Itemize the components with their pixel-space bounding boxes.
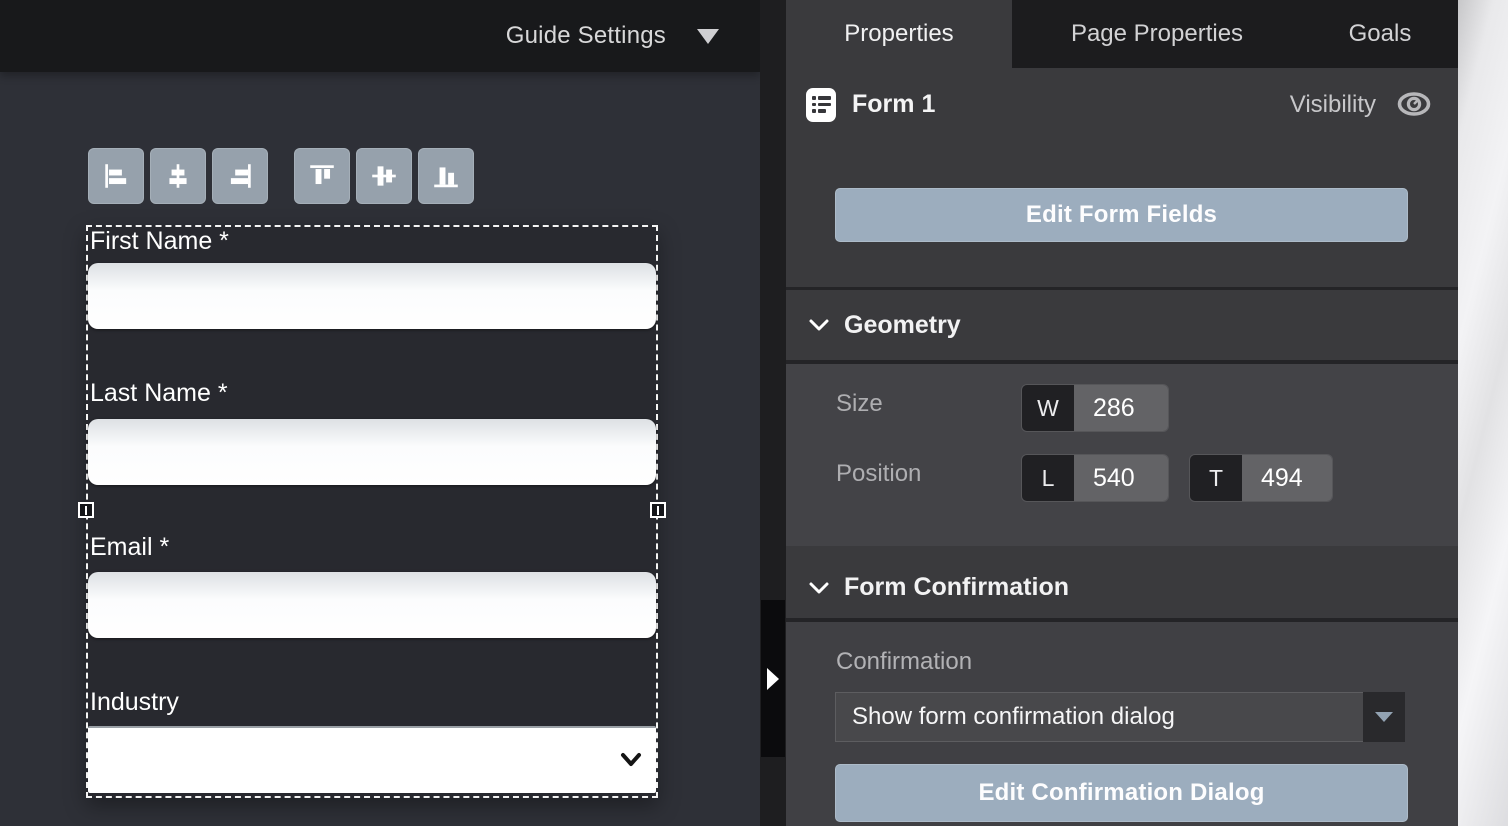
top-prefix: T <box>1190 455 1242 501</box>
eye-icon[interactable] <box>1396 90 1432 123</box>
edit-form-fields-button[interactable]: Edit Form Fields <box>835 188 1408 242</box>
page-background-strip <box>1458 0 1508 826</box>
visibility-label: Visibility <box>1290 91 1376 119</box>
form-icon <box>806 88 836 122</box>
form-field-label: Email * <box>90 533 169 562</box>
triangle-down-icon[interactable] <box>697 29 719 44</box>
left-prefix: L <box>1022 455 1074 501</box>
align-center-horizontal-button[interactable] <box>150 148 206 204</box>
alignment-toolbar <box>88 148 480 204</box>
align-bottom-icon <box>431 161 461 191</box>
toolbar-group-gap <box>274 148 294 204</box>
geometry-section-body: Size W 286 Position L 540 T 494 <box>786 364 1458 546</box>
form-field-label: Last Name * <box>90 379 228 408</box>
size-label: Size <box>836 390 883 418</box>
guide-designer-app: Guide Settings <box>0 0 1508 826</box>
chevron-down-icon <box>620 752 642 768</box>
dropdown-arrow-button[interactable] <box>1363 692 1405 742</box>
align-middle-vertical-button[interactable] <box>356 148 412 204</box>
section-title: Geometry <box>844 311 961 340</box>
left-input[interactable]: 540 <box>1074 455 1168 501</box>
section-title: Form Confirmation <box>844 573 1069 602</box>
geometry-section-header[interactable]: Geometry <box>786 290 1458 360</box>
form-confirmation-section-header[interactable]: Form Confirmation <box>786 557 1458 618</box>
properties-panel: Properties Page Properties Goals Form 1 … <box>786 0 1458 826</box>
width-prefix: W <box>1022 385 1074 431</box>
align-left-icon <box>101 161 131 191</box>
triangle-down-icon <box>1375 712 1393 722</box>
left-input-group: L 540 <box>1022 455 1168 501</box>
align-left-button[interactable] <box>88 148 144 204</box>
form-field-label: Industry <box>90 688 179 717</box>
width-input-group: W 286 <box>1022 385 1168 431</box>
confirmation-dropdown-value: Show form confirmation dialog <box>835 692 1363 742</box>
align-right-icon <box>225 161 255 191</box>
top-input[interactable]: 494 <box>1242 455 1332 501</box>
email-input[interactable] <box>88 572 656 638</box>
panel-tabbar: Properties Page Properties Goals <box>786 0 1458 68</box>
position-label: Position <box>836 460 921 488</box>
edit-confirmation-dialog-button[interactable]: Edit Confirmation Dialog <box>835 764 1408 822</box>
align-middle-vertical-icon <box>369 161 399 191</box>
guide-canvas: Guide Settings <box>0 0 760 826</box>
first-name-input[interactable] <box>88 263 656 329</box>
align-center-horizontal-icon <box>163 161 193 191</box>
align-bottom-button[interactable] <box>418 148 474 204</box>
resize-handle-left[interactable] <box>78 502 94 518</box>
guide-settings-bar: Guide Settings <box>0 0 760 72</box>
confirmation-label: Confirmation <box>836 648 972 676</box>
top-input-group: T 494 <box>1190 455 1332 501</box>
element-name: Form 1 <box>852 90 935 119</box>
form-field-label: First Name * <box>90 227 229 256</box>
selected-form-element[interactable]: First Name * Last Name * Email * Industr… <box>86 225 658 798</box>
selected-element-row: Form 1 Visibility <box>786 84 1458 128</box>
industry-select[interactable] <box>88 726 656 793</box>
align-right-button[interactable] <box>212 148 268 204</box>
last-name-input[interactable] <box>88 419 656 485</box>
chevron-down-icon <box>808 318 830 332</box>
align-top-button[interactable] <box>294 148 350 204</box>
width-input[interactable]: 286 <box>1074 385 1168 431</box>
chevron-right-icon <box>767 668 779 690</box>
panel-gutter <box>760 0 786 826</box>
panel-collapse-button[interactable] <box>761 600 785 757</box>
tab-page-properties[interactable]: Page Properties <box>1012 0 1302 68</box>
tab-properties[interactable]: Properties <box>786 0 1012 68</box>
chevron-down-icon <box>808 581 830 595</box>
guide-settings-menu[interactable]: Guide Settings <box>506 22 666 50</box>
align-top-icon <box>307 161 337 191</box>
confirmation-dropdown[interactable]: Show form confirmation dialog <box>835 692 1405 742</box>
resize-handle-right[interactable] <box>650 502 666 518</box>
tab-goals[interactable]: Goals <box>1302 0 1458 68</box>
